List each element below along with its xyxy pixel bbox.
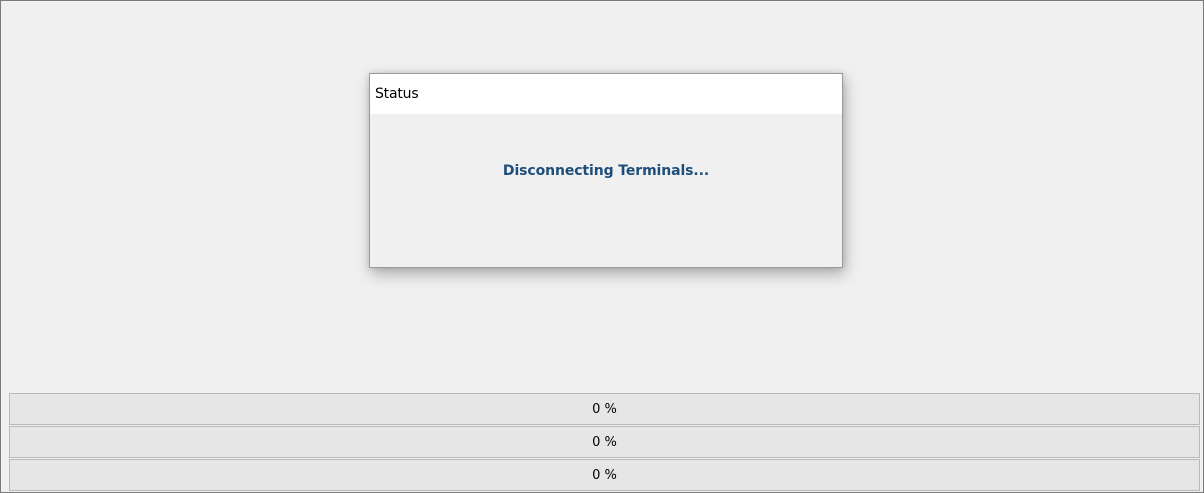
progress-label-1: 0 %: [592, 401, 617, 417]
dialog-title: Status: [375, 86, 419, 102]
progress-bar-3: 0 %: [9, 459, 1200, 491]
status-message: Disconnecting Terminals...: [502, 163, 710, 179]
status-dialog: Status Disconnecting Terminals...: [369, 73, 843, 268]
dialog-titlebar[interactable]: Status: [370, 74, 842, 114]
progress-label-3: 0 %: [592, 467, 617, 483]
progress-label-2: 0 %: [592, 434, 617, 450]
main-window: Status Disconnecting Terminals... 0 % 0 …: [0, 0, 1204, 493]
progress-bar-2: 0 %: [9, 426, 1200, 458]
progress-bar-1: 0 %: [9, 393, 1200, 425]
